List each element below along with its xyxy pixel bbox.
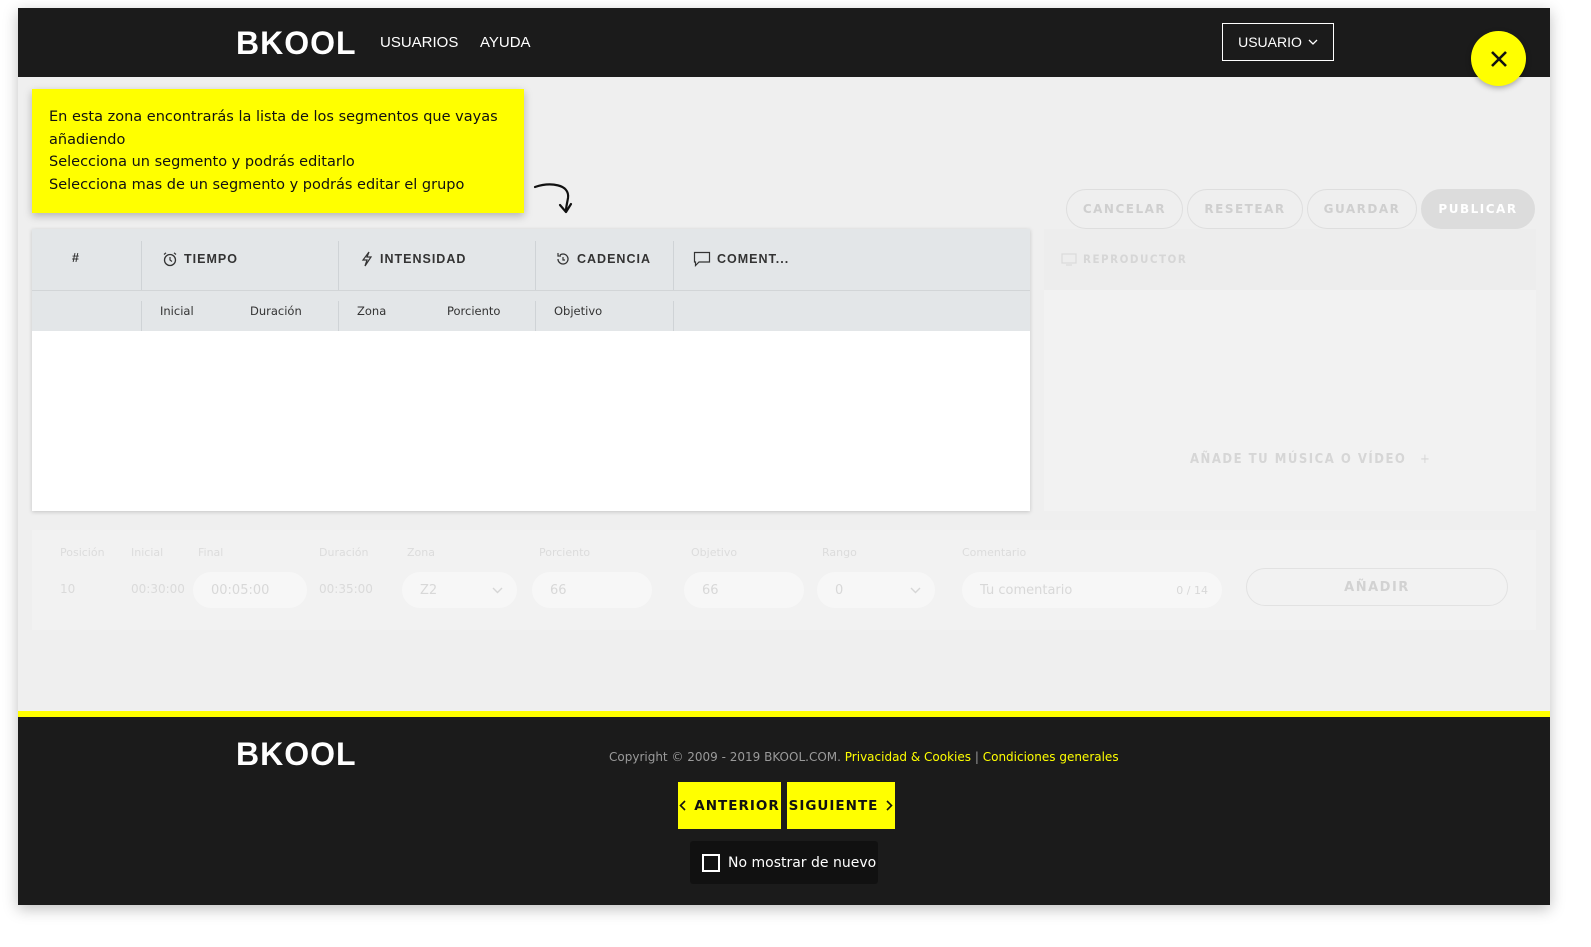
privacy-link[interactable]: Privacidad & Cookies (845, 750, 971, 764)
pointer-arrow-icon (533, 183, 573, 214)
percent-input[interactable]: 66 (532, 572, 652, 608)
alarm-clock-icon (163, 252, 177, 267)
target-input[interactable]: 66 (684, 572, 804, 608)
col-time[interactable]: TIEMPO (162, 251, 238, 267)
col-intensity[interactable]: INTENSIDAD (360, 251, 466, 267)
player-panel: REPRODUCTOR AÑADE TU MÚSICA O VÍDEO + (1044, 229, 1536, 511)
footer-bkool-logo: BKOOL (236, 736, 357, 772)
range-select[interactable]: 0 (817, 572, 935, 608)
col-intensity-label: INTENSIDAD (380, 252, 467, 266)
label-zone: Zona (407, 546, 435, 559)
dont-show-again-toggle[interactable]: No mostrar de nuevo (690, 841, 878, 884)
chevron-left-icon (679, 800, 686, 811)
cadence-icon (557, 253, 569, 265)
label-target: Objetivo (691, 546, 738, 559)
screen-icon (1061, 253, 1077, 266)
column-divider (141, 241, 142, 290)
speech-bubble-icon (693, 251, 711, 267)
column-divider (141, 301, 142, 331)
bkool-logo[interactable]: BKOOL (236, 25, 357, 62)
label-comment: Comentario (962, 546, 1027, 559)
col-cadence-label: CADENCIA (577, 252, 651, 266)
label-position: Posición (60, 546, 105, 559)
tooltip-line: añadiendo (49, 131, 126, 148)
subcol-target: Objetivo (554, 304, 603, 318)
subcol-zone: Zona (357, 304, 387, 318)
user-menu-label: USUARIO (1238, 34, 1302, 50)
column-divider (535, 301, 536, 331)
tooltip-line: Selecciona mas de un segmento y podrás e… (49, 176, 465, 193)
next-button-label: SIGUIENTE (788, 797, 879, 814)
nav-ayuda[interactable]: AYUDA (480, 34, 531, 51)
subcol-duration: Duración (250, 304, 302, 318)
table-subheader-row: Inicial Duración Zona Porciento Objetivo (32, 291, 1030, 331)
label-duration: Duración (319, 546, 369, 559)
terms-link[interactable]: Condiciones generales (983, 750, 1119, 764)
next-button[interactable]: SIGUIENTE (787, 782, 895, 829)
user-menu-button[interactable]: USUARIO (1222, 23, 1334, 61)
position-value: 10 (60, 582, 76, 596)
label-initial: Inicial (131, 546, 164, 559)
zone-select[interactable]: Z2 (402, 572, 517, 608)
add-segment-button[interactable]: AÑADIR (1246, 568, 1508, 606)
tooltip-line: En esta zona encontrarás la lista de los… (49, 109, 498, 125)
comment-placeholder: Tu comentario (980, 582, 1073, 598)
duration-value: 00:35:00 (319, 582, 373, 596)
add-media-link[interactable]: AÑADE TU MÚSICA O VÍDEO + (1190, 452, 1431, 467)
segment-form: Posición Inicial Final Duración Zona Por… (32, 530, 1536, 630)
comment-char-count: 0 / 14 (1176, 583, 1208, 597)
footer-separator: | (974, 750, 979, 764)
col-comment-label: COMENT... (717, 252, 790, 266)
col-time-label: TIEMPO (184, 252, 238, 266)
chevron-right-icon (886, 800, 894, 811)
copyright-text: Copyright © 2009 - 2019 BKOOL.COM. (609, 750, 841, 764)
publish-button[interactable]: PUBLICAR (1421, 189, 1535, 229)
label-final: Final (198, 546, 224, 559)
footer: BKOOL Copyright © 2009 - 2019 BKOOL.COM.… (18, 711, 1550, 905)
col-comment[interactable]: COMENT... (693, 251, 789, 267)
cancel-button[interactable]: CANCELAR (1066, 189, 1183, 229)
tooltip-line: Selecciona un segmento y podrás editarlo (49, 154, 355, 170)
subcol-initial: Inicial (160, 304, 194, 318)
column-divider (673, 301, 674, 331)
column-divider (338, 241, 339, 290)
segments-list-empty (32, 331, 1030, 511)
col-index: # (72, 251, 80, 265)
nav-usuarios[interactable]: USUARIOS (380, 34, 458, 51)
column-divider (535, 241, 536, 290)
initial-value: 00:30:00 (131, 582, 185, 596)
chevron-down-icon (910, 587, 921, 593)
previous-button-label: ANTERIOR (694, 797, 780, 814)
comment-input[interactable]: Tu comentario 0 / 14 (962, 572, 1222, 608)
plus-icon: + (1419, 452, 1432, 467)
label-range: Rango (822, 546, 857, 559)
range-select-value: 0 (835, 582, 844, 598)
copyright-line: Copyright © 2009 - 2019 BKOOL.COM. Priva… (609, 750, 1119, 764)
dont-show-again-label: No mostrar de nuevo (728, 854, 877, 871)
chevron-down-icon (1308, 39, 1318, 45)
reset-button[interactable]: RESETEAR (1187, 189, 1303, 229)
lightning-icon (361, 251, 373, 267)
dont-show-again-checkbox[interactable] (702, 853, 720, 872)
add-media-label: AÑADE TU MÚSICA O VÍDEO (1190, 452, 1407, 467)
player-title: REPRODUCTOR (1083, 252, 1188, 266)
col-cadence[interactable]: CADENCIA (555, 251, 651, 267)
zone-select-value: Z2 (420, 582, 438, 598)
close-icon (1490, 50, 1507, 67)
table-header-row: # TIEMPO INTENSIDAD CADENCIA COMENT... (32, 229, 1030, 291)
save-button[interactable]: GUARDAR (1307, 189, 1417, 229)
tour-tooltip: En esta zona encontrarás la lista de los… (32, 89, 524, 213)
close-tour-button[interactable] (1471, 31, 1526, 86)
segments-table: # TIEMPO INTENSIDAD CADENCIA COMENT... I… (32, 229, 1030, 511)
final-time-input[interactable]: 00:05:00 (193, 572, 307, 608)
column-divider (338, 301, 339, 331)
previous-button[interactable]: ANTERIOR (678, 782, 781, 829)
column-divider (673, 241, 674, 290)
top-navbar: BKOOL USUARIOS AYUDA USUARIO (18, 8, 1550, 77)
label-percent: Porciento (539, 546, 591, 559)
subcol-percent: Porciento (447, 304, 501, 318)
chevron-down-icon (492, 587, 503, 593)
